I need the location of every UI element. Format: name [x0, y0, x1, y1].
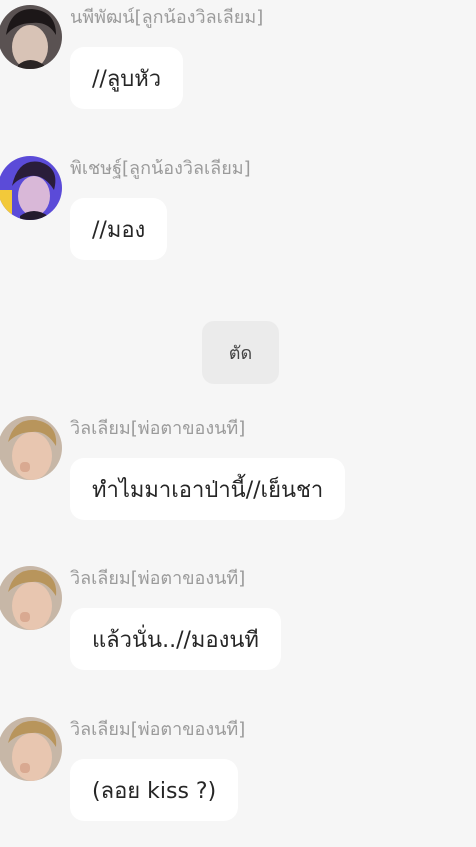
- avatar[interactable]: [0, 5, 62, 69]
- message-bubble[interactable]: (ลอย kiss ?): [70, 759, 239, 821]
- sender-name: พิเชษฐ์[ลูกน้องวิลเลียม]: [70, 158, 251, 179]
- avatar[interactable]: [0, 416, 62, 480]
- sender-name: นพีพัฒน์[ลูกน้องวิลเลียม]: [70, 7, 264, 28]
- chat-thread: นพีพัฒน์[ลูกน้องวิลเลียม] //ลูบหัว พิเชษ…: [0, 0, 476, 847]
- avatar-image: [0, 5, 62, 69]
- sender-name: วิลเลียม[พ่อตาของนที]: [70, 719, 246, 740]
- avatar[interactable]: [0, 156, 62, 220]
- sender-name: วิลเลียม[พ่อตาของนที]: [70, 418, 246, 439]
- avatar[interactable]: [0, 566, 62, 630]
- message-bubble[interactable]: ทำไมมาเอาป่านี้//เย็นชา: [70, 458, 346, 520]
- message-bubble[interactable]: //ลูบหัว: [70, 47, 184, 109]
- avatar-image: [0, 717, 62, 781]
- avatar-image: [0, 566, 62, 630]
- message-bubble[interactable]: แล้วนั่น..//มองนที: [70, 608, 281, 670]
- system-message: ตัด: [202, 321, 279, 384]
- avatar-image: [0, 416, 62, 480]
- message-bubble[interactable]: //มอง: [70, 198, 168, 260]
- avatar-image: [0, 156, 62, 220]
- avatar[interactable]: [0, 717, 62, 781]
- sender-name: วิลเลียม[พ่อตาของนที]: [70, 568, 246, 589]
